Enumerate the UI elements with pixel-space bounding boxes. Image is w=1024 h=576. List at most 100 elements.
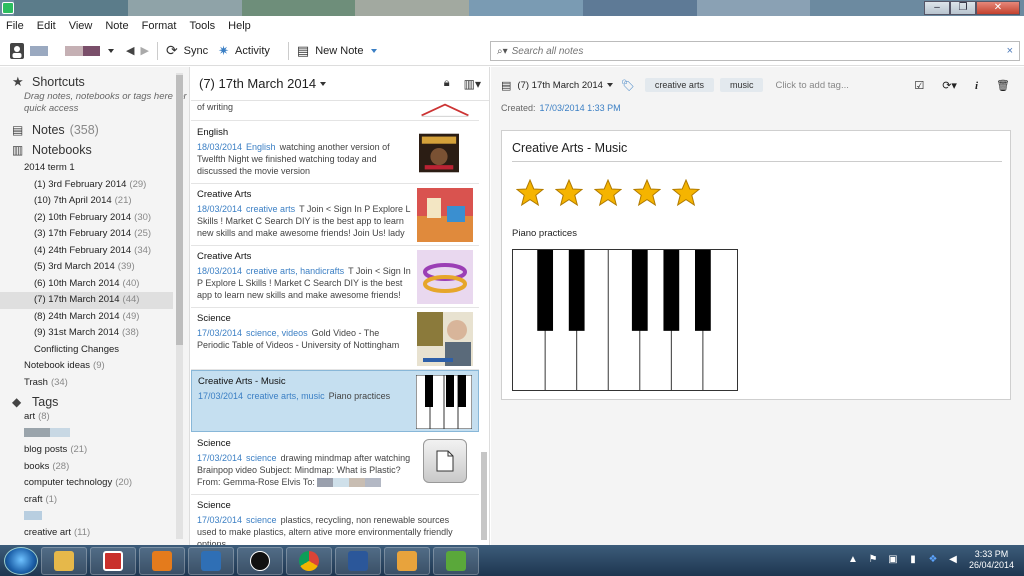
dropbox-icon[interactable]: ❖ xyxy=(927,554,939,566)
new-note-dropdown-icon[interactable] xyxy=(371,48,378,53)
sidebar-tag-item[interactable]: books (28) xyxy=(0,459,189,476)
back-arrow-icon[interactable]: ◀ xyxy=(126,44,134,57)
list-item[interactable]: Science 17/03/2014 science, videos Gold Vi… xyxy=(191,308,479,370)
sidebar-tag-item[interactable]: craft (1) xyxy=(0,492,189,509)
reminder-icon[interactable]: ☑ xyxy=(914,79,924,92)
notebook-stack[interactable]: 2014 term 1 xyxy=(0,160,189,177)
share-lock-icon[interactable]: 🔒︎ xyxy=(444,77,450,90)
sidebar-notebook-item[interactable]: Conflicting Changes xyxy=(0,342,189,359)
list-item[interactable]: Creative Arts 18/03/2014 creative arts, h… xyxy=(191,246,479,308)
search-input[interactable] xyxy=(511,45,1007,57)
list-item-selected[interactable]: Creative Arts - Music 17/03/2014 creative… xyxy=(191,370,479,432)
view-options-icon[interactable]: ▥▾ xyxy=(464,77,481,91)
app-icon xyxy=(103,550,123,571)
sidebar-notebook-item[interactable]: Notebook ideas (9) xyxy=(0,358,189,375)
sidebar-tag-item[interactable]: blog posts (21) xyxy=(0,442,189,459)
sidebar-scrollbar[interactable] xyxy=(176,73,183,539)
notebooks-icon: ▥ xyxy=(12,143,24,157)
new-note-button[interactable]: ▤ New Note xyxy=(297,43,378,59)
note-editor: ▤ (7) 17th March 2014 🏷︎ creative arts m… xyxy=(491,67,1024,545)
list-item[interactable]: Science 17/03/2014 science drawing mindmap… xyxy=(191,433,479,495)
sidebar-notebooks[interactable]: ▥ Notebooks xyxy=(0,143,189,157)
list-item[interactable]: of writing xyxy=(191,101,479,121)
flag-icon[interactable]: ⚑ xyxy=(867,554,879,566)
search-icon: ⌕▾ xyxy=(497,45,508,57)
sidebar-tag-item-blurred[interactable] xyxy=(0,426,189,443)
sync-button[interactable]: ⟳ Sync xyxy=(166,42,208,59)
sidebar-notebook-item[interactable]: (1) 3rd February 2014 (29) xyxy=(0,177,189,194)
taskbar-outlook[interactable] xyxy=(384,546,430,575)
taskbar-evernote[interactable] xyxy=(433,546,479,575)
chevron-down-icon[interactable] xyxy=(606,83,613,87)
sidebar-shortcuts[interactable]: ★ Shortcuts xyxy=(0,75,189,90)
sidebar-notebook-item[interactable]: (8) 24th March 2014 (49) xyxy=(0,309,189,326)
account-dropdown-icon[interactable] xyxy=(108,48,114,53)
sidebar-notebook-item[interactable]: (2) 10th February 2014 (30) xyxy=(0,210,189,227)
menu-view[interactable]: View xyxy=(69,20,93,32)
note-thumbnail xyxy=(417,312,473,366)
list-item[interactable]: Science 17/03/2014 science plastics, recyc… xyxy=(191,495,479,545)
trash-icon[interactable]: 🗑︎ xyxy=(996,79,1010,92)
maximize-button[interactable]: ❐ xyxy=(950,1,976,15)
taskbar-app[interactable] xyxy=(188,546,234,575)
taskbar-media[interactable] xyxy=(139,546,185,575)
list-item[interactable]: English 18/03/2014 English watching anothe… xyxy=(191,122,479,184)
sidebar-notebook-item[interactable]: (4) 24th February 2014 (34) xyxy=(0,243,189,260)
sidebar-tag-item[interactable]: art (8) xyxy=(0,409,189,426)
star-icon xyxy=(516,179,544,207)
network-icon[interactable]: ▮ xyxy=(907,554,919,566)
tag-pill[interactable]: creative arts xyxy=(644,78,714,92)
sidebar-tags[interactable]: ◆ Tags xyxy=(0,395,189,409)
check-icon xyxy=(201,550,221,571)
taskbar-chrome[interactable] xyxy=(286,546,332,575)
activity-button[interactable]: ✷ Activity xyxy=(218,43,270,59)
menu-help[interactable]: Help xyxy=(228,20,251,32)
sidebar-notebook-item[interactable]: (9) 31st March 2014 (38) xyxy=(0,325,189,342)
sidebar-tag-item[interactable]: creative art (11) xyxy=(0,525,189,542)
sidebar-notes[interactable]: ▤ Notes (358) xyxy=(0,123,189,137)
account-name-blurred[interactable] xyxy=(30,45,100,56)
sidebar-notebook-item[interactable]: (3) 17th February 2014 (25) xyxy=(0,226,189,243)
taskbar-hp[interactable] xyxy=(237,546,283,575)
note-title[interactable]: Creative Arts - Music xyxy=(512,141,1002,162)
star-rating xyxy=(516,179,711,207)
tag-pill[interactable]: music xyxy=(719,78,764,92)
note-content[interactable]: Creative Arts - Music Piano practices xyxy=(501,130,1011,400)
list-item[interactable]: Creative Arts 18/03/2014 creative arts T J… xyxy=(191,184,479,246)
show-hidden-icons[interactable]: ▲ xyxy=(847,554,859,566)
start-button[interactable] xyxy=(4,546,38,575)
menu-format[interactable]: Format xyxy=(142,20,177,32)
minimize-button[interactable]: – xyxy=(924,1,950,15)
menu-tools[interactable]: Tools xyxy=(189,20,215,32)
note-subtitle: Piano practices xyxy=(512,228,577,239)
sidebar-notebook-item[interactable]: (5) 3rd March 2014 (39) xyxy=(0,259,189,276)
notebook-selector[interactable]: (7) 17th March 2014 xyxy=(517,80,603,91)
sidebar-notebook-item[interactable]: (10) 7th April 2014 (21) xyxy=(0,193,189,210)
volume-icon[interactable]: ◀︎ xyxy=(947,554,959,566)
taskbar-word[interactable] xyxy=(335,546,381,575)
note-thumbnail xyxy=(417,250,473,304)
menu-edit[interactable]: Edit xyxy=(37,20,56,32)
sidebar-tag-item[interactable]: computer technology (20) xyxy=(0,475,189,492)
account-icon[interactable] xyxy=(10,42,24,59)
taskbar-app[interactable] xyxy=(90,546,136,575)
sidebar-notebook-item-selected[interactable]: (7) 17th March 2014 (44) xyxy=(0,292,173,309)
close-button[interactable]: ✕ xyxy=(976,1,1020,15)
sidebar-tag-item-blurred[interactable] xyxy=(0,508,189,525)
search-box[interactable]: ⌕▾ × xyxy=(490,41,1020,61)
note-list-scrollbar[interactable] xyxy=(481,452,487,540)
notebook-title-dropdown[interactable]: (7) 17th March 2014 xyxy=(199,76,444,91)
sidebar-trash[interactable]: Trash (34) xyxy=(0,375,189,392)
menu-note[interactable]: Note xyxy=(105,20,128,32)
add-tag-input[interactable]: Click to add tag... xyxy=(775,80,848,91)
sidebar-notebook-item[interactable]: (6) 10th March 2014 (40) xyxy=(0,276,189,293)
menu-file[interactable]: File xyxy=(6,20,24,32)
taskbar-explorer[interactable] xyxy=(41,546,87,575)
star-icon xyxy=(594,179,622,207)
share-icon[interactable]: ⟳▾ xyxy=(942,79,957,92)
clock[interactable]: 3:33 PM 26/04/2014 xyxy=(969,549,1014,571)
info-icon[interactable]: i xyxy=(975,80,978,92)
clear-search-icon[interactable]: × xyxy=(1007,45,1013,57)
tray-app-icon[interactable]: ▣ xyxy=(887,554,899,566)
forward-arrow-icon[interactable]: ▶ xyxy=(140,44,148,57)
